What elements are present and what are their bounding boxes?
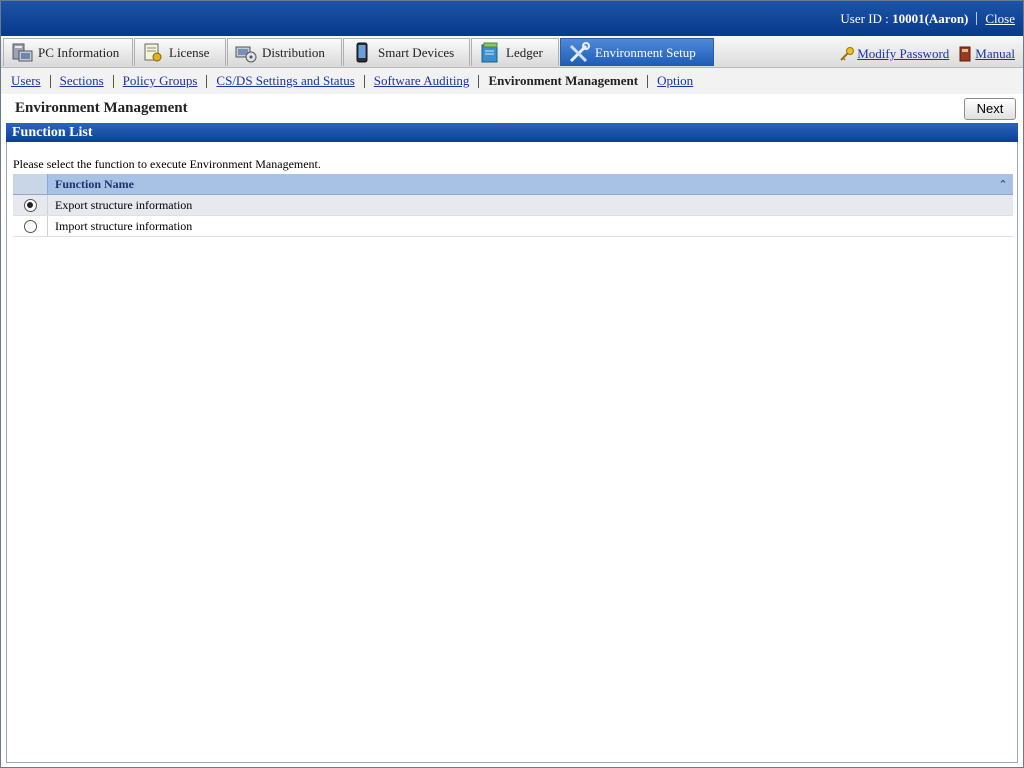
column-header-function-name[interactable]: Function Name — [48, 177, 993, 192]
user-id-value: 10001(Aaron) — [892, 11, 969, 26]
submenu-policy-groups[interactable]: Policy Groups — [123, 73, 198, 89]
separator — [112, 74, 114, 88]
submenu-software-auditing[interactable]: Software Auditing — [374, 73, 470, 89]
top-bar: User ID : 10001(Aaron) Close — [1, 1, 1023, 36]
instruction-text: Please select the function to execute En… — [13, 157, 321, 171]
sub-navigation: Users Sections Policy Groups CS/DS Setti… — [1, 68, 1023, 94]
distribution-icon — [235, 46, 257, 62]
radio-cell — [13, 195, 48, 215]
sort-icon[interactable]: ⌃ — [993, 178, 1013, 191]
ledger-icon — [481, 42, 498, 62]
function-table: Function Name ⌃ Export structure informa… — [13, 174, 1013, 237]
manual-link[interactable]: Manual — [975, 46, 1015, 62]
submenu-environment-management-current: Environment Management — [488, 73, 639, 88]
manual-book-icon — [959, 46, 971, 62]
row-label: Import structure information — [55, 218, 193, 233]
radio-cell — [13, 216, 48, 236]
tab-license[interactable]: License — [134, 38, 226, 66]
tab-label: PC Information — [38, 44, 120, 60]
separator — [647, 74, 649, 88]
license-icon — [144, 43, 162, 61]
radio-export-structure[interactable] — [23, 198, 37, 212]
submenu-option[interactable]: Option — [657, 73, 693, 89]
page-title: Environment Management — [15, 100, 188, 116]
modify-password-link[interactable]: Modify Password — [857, 46, 949, 62]
tab-pc-information[interactable]: PC Information — [3, 38, 133, 66]
radio-import-structure[interactable] — [23, 219, 37, 233]
pc-information-icon — [12, 43, 33, 61]
separator — [478, 74, 480, 88]
tab-label: Environment Setup — [595, 44, 696, 60]
tab-label: Smart Devices — [378, 44, 455, 60]
key-icon — [840, 47, 855, 61]
user-area: User ID : 10001(Aaron) Close — [840, 11, 1015, 27]
tab-environment-setup[interactable]: Environment Setup — [560, 38, 714, 66]
separator — [976, 12, 978, 25]
submenu-users[interactable]: Users — [11, 73, 41, 89]
separator — [49, 74, 51, 88]
main-tab-bar: PC Information License Distribution Smar… — [1, 36, 1023, 68]
submenu-cs-ds-settings[interactable]: CS/DS Settings and Status — [216, 73, 354, 89]
row-label: Export structure information — [55, 197, 193, 212]
section-header: Function List — [6, 123, 1018, 142]
close-link[interactable]: Close — [985, 11, 1015, 26]
selection-column-header — [13, 174, 48, 194]
smart-device-icon — [356, 42, 368, 62]
tab-label: License — [169, 44, 210, 60]
next-button[interactable]: Next — [964, 98, 1016, 120]
tools-icon — [569, 41, 590, 62]
tab-distribution[interactable]: Distribution — [227, 38, 342, 66]
submenu-sections[interactable]: Sections — [60, 73, 104, 89]
app-window: User ID : 10001(Aaron) Close PC Informati… — [0, 0, 1024, 768]
table-row[interactable]: Export structure information — [13, 195, 1013, 216]
user-id-label: User ID : — [840, 11, 893, 26]
tab-smart-devices[interactable]: Smart Devices — [343, 38, 470, 66]
function-list-panel: Please select the function to execute En… — [6, 142, 1018, 763]
tab-ledger[interactable]: Ledger — [471, 38, 559, 66]
table-row[interactable]: Import structure information — [13, 216, 1013, 237]
separator — [363, 74, 365, 88]
table-header: Function Name ⌃ — [13, 174, 1013, 195]
separator — [206, 74, 208, 88]
header-links: Modify Password Manual — [839, 46, 1015, 62]
tab-label: Ledger — [506, 44, 543, 60]
tab-label: Distribution — [262, 44, 325, 60]
